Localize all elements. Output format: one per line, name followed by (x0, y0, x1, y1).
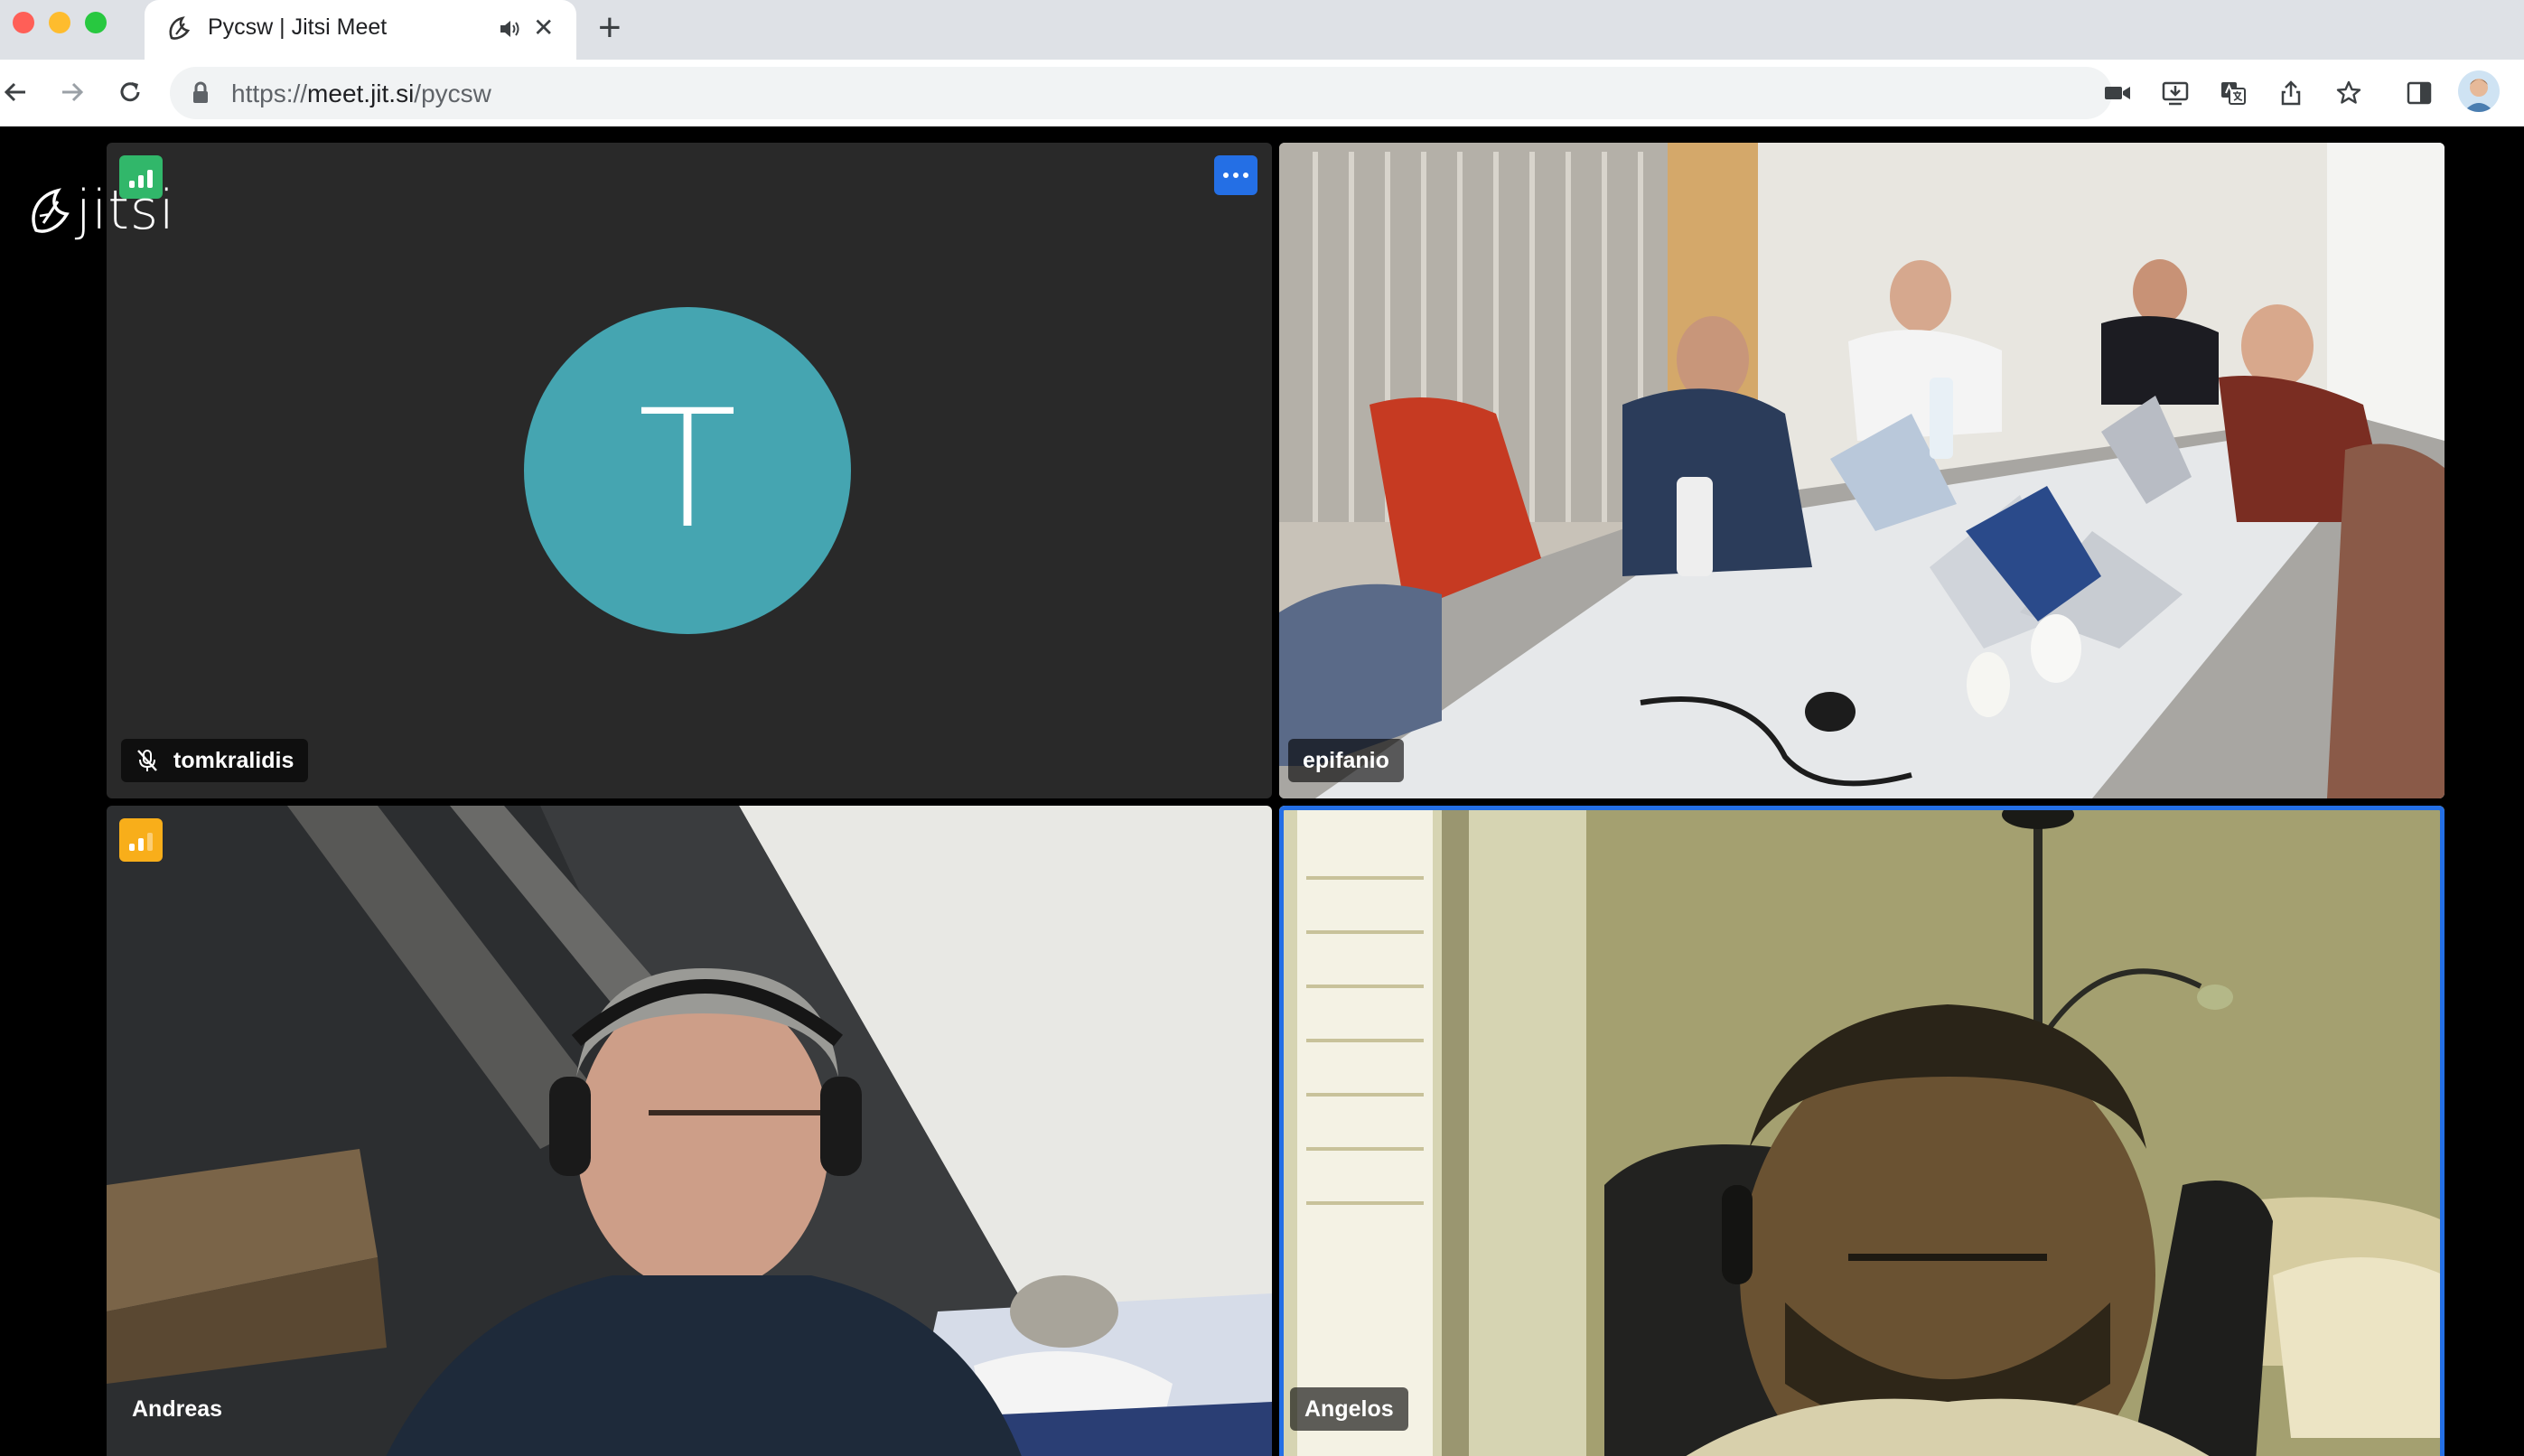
translate-icon[interactable] (2217, 78, 2249, 108)
name-tag: Angelos (1290, 1387, 1408, 1431)
browser-tab[interactable]: Pycsw | Jitsi Meet ✕ (145, 0, 576, 60)
video-feed-meeting-room (1279, 143, 2445, 798)
browser-tab-strip: Pycsw | Jitsi Meet ✕ + (0, 0, 2524, 60)
jitsi-favicon-icon (164, 13, 195, 48)
audio-playing-icon[interactable] (497, 16, 522, 46)
name-tag: Andreas (117, 1387, 237, 1431)
name-tag: epifanio (1288, 739, 1404, 782)
lock-icon[interactable] (192, 81, 210, 109)
more-options-button[interactable] (1214, 155, 1257, 195)
participant-name: Angelos (1304, 1395, 1394, 1422)
url-host: meet.jit.si (307, 79, 415, 107)
forward-arrow-icon[interactable] (56, 76, 89, 108)
profile-avatar[interactable] (2458, 70, 2500, 112)
participant-tile-tomkralidis[interactable]: T tomkralidis (107, 143, 1272, 798)
video-feed-andreas (107, 806, 1272, 1456)
mic-muted-icon (136, 748, 159, 773)
participant-name: Andreas (132, 1395, 223, 1422)
url-scheme: https:// (231, 79, 308, 107)
jitsi-bird-icon (32, 188, 70, 233)
participant-name: epifanio (1303, 747, 1389, 773)
address-bar[interactable]: https://meet.jit.si/pycsw (170, 67, 2112, 119)
bookmark-star-icon[interactable] (2332, 78, 2365, 108)
video-feed-angelos (1279, 806, 2445, 1456)
participant-tile-epifanio[interactable]: epifanio (1279, 143, 2445, 798)
avatar: T (524, 307, 851, 634)
participant-tile-andreas[interactable]: Andreas (107, 806, 1272, 1456)
jitsi-logo-text: jitsi (76, 179, 175, 242)
name-tag: tomkralidis (121, 739, 309, 782)
reload-icon[interactable] (114, 76, 146, 108)
participant-tile-angelos[interactable]: Angelos (1279, 806, 2445, 1456)
camera-in-use-icon[interactable] (2101, 78, 2134, 108)
new-tab-button[interactable]: + (598, 5, 622, 51)
install-app-icon[interactable] (2159, 78, 2192, 108)
zoom-window-button[interactable] (85, 12, 107, 33)
close-window-button[interactable] (13, 12, 34, 33)
minimize-window-button[interactable] (49, 12, 70, 33)
connection-indicator-medium[interactable] (119, 818, 163, 862)
back-arrow-icon[interactable] (0, 76, 31, 108)
participant-name: tomkralidis (173, 747, 294, 773)
url-path: /pycsw (414, 79, 491, 107)
url-text: https://meet.jit.si/pycsw (231, 79, 491, 108)
close-tab-icon[interactable]: ✕ (533, 13, 554, 42)
browser-toolbar: https://meet.jit.si/pycsw (0, 60, 2524, 127)
avatar-initial: T (638, 376, 737, 565)
jitsi-logo[interactable]: jitsi (27, 179, 175, 242)
tab-title: Pycsw | Jitsi Meet (208, 14, 388, 40)
meeting-stage: T tomkralidis jitsi epifanio Andreas Ang… (0, 126, 2524, 1456)
share-icon[interactable] (2275, 78, 2307, 108)
side-panel-icon[interactable] (2403, 78, 2435, 108)
more-dots-icon (1223, 173, 1229, 178)
